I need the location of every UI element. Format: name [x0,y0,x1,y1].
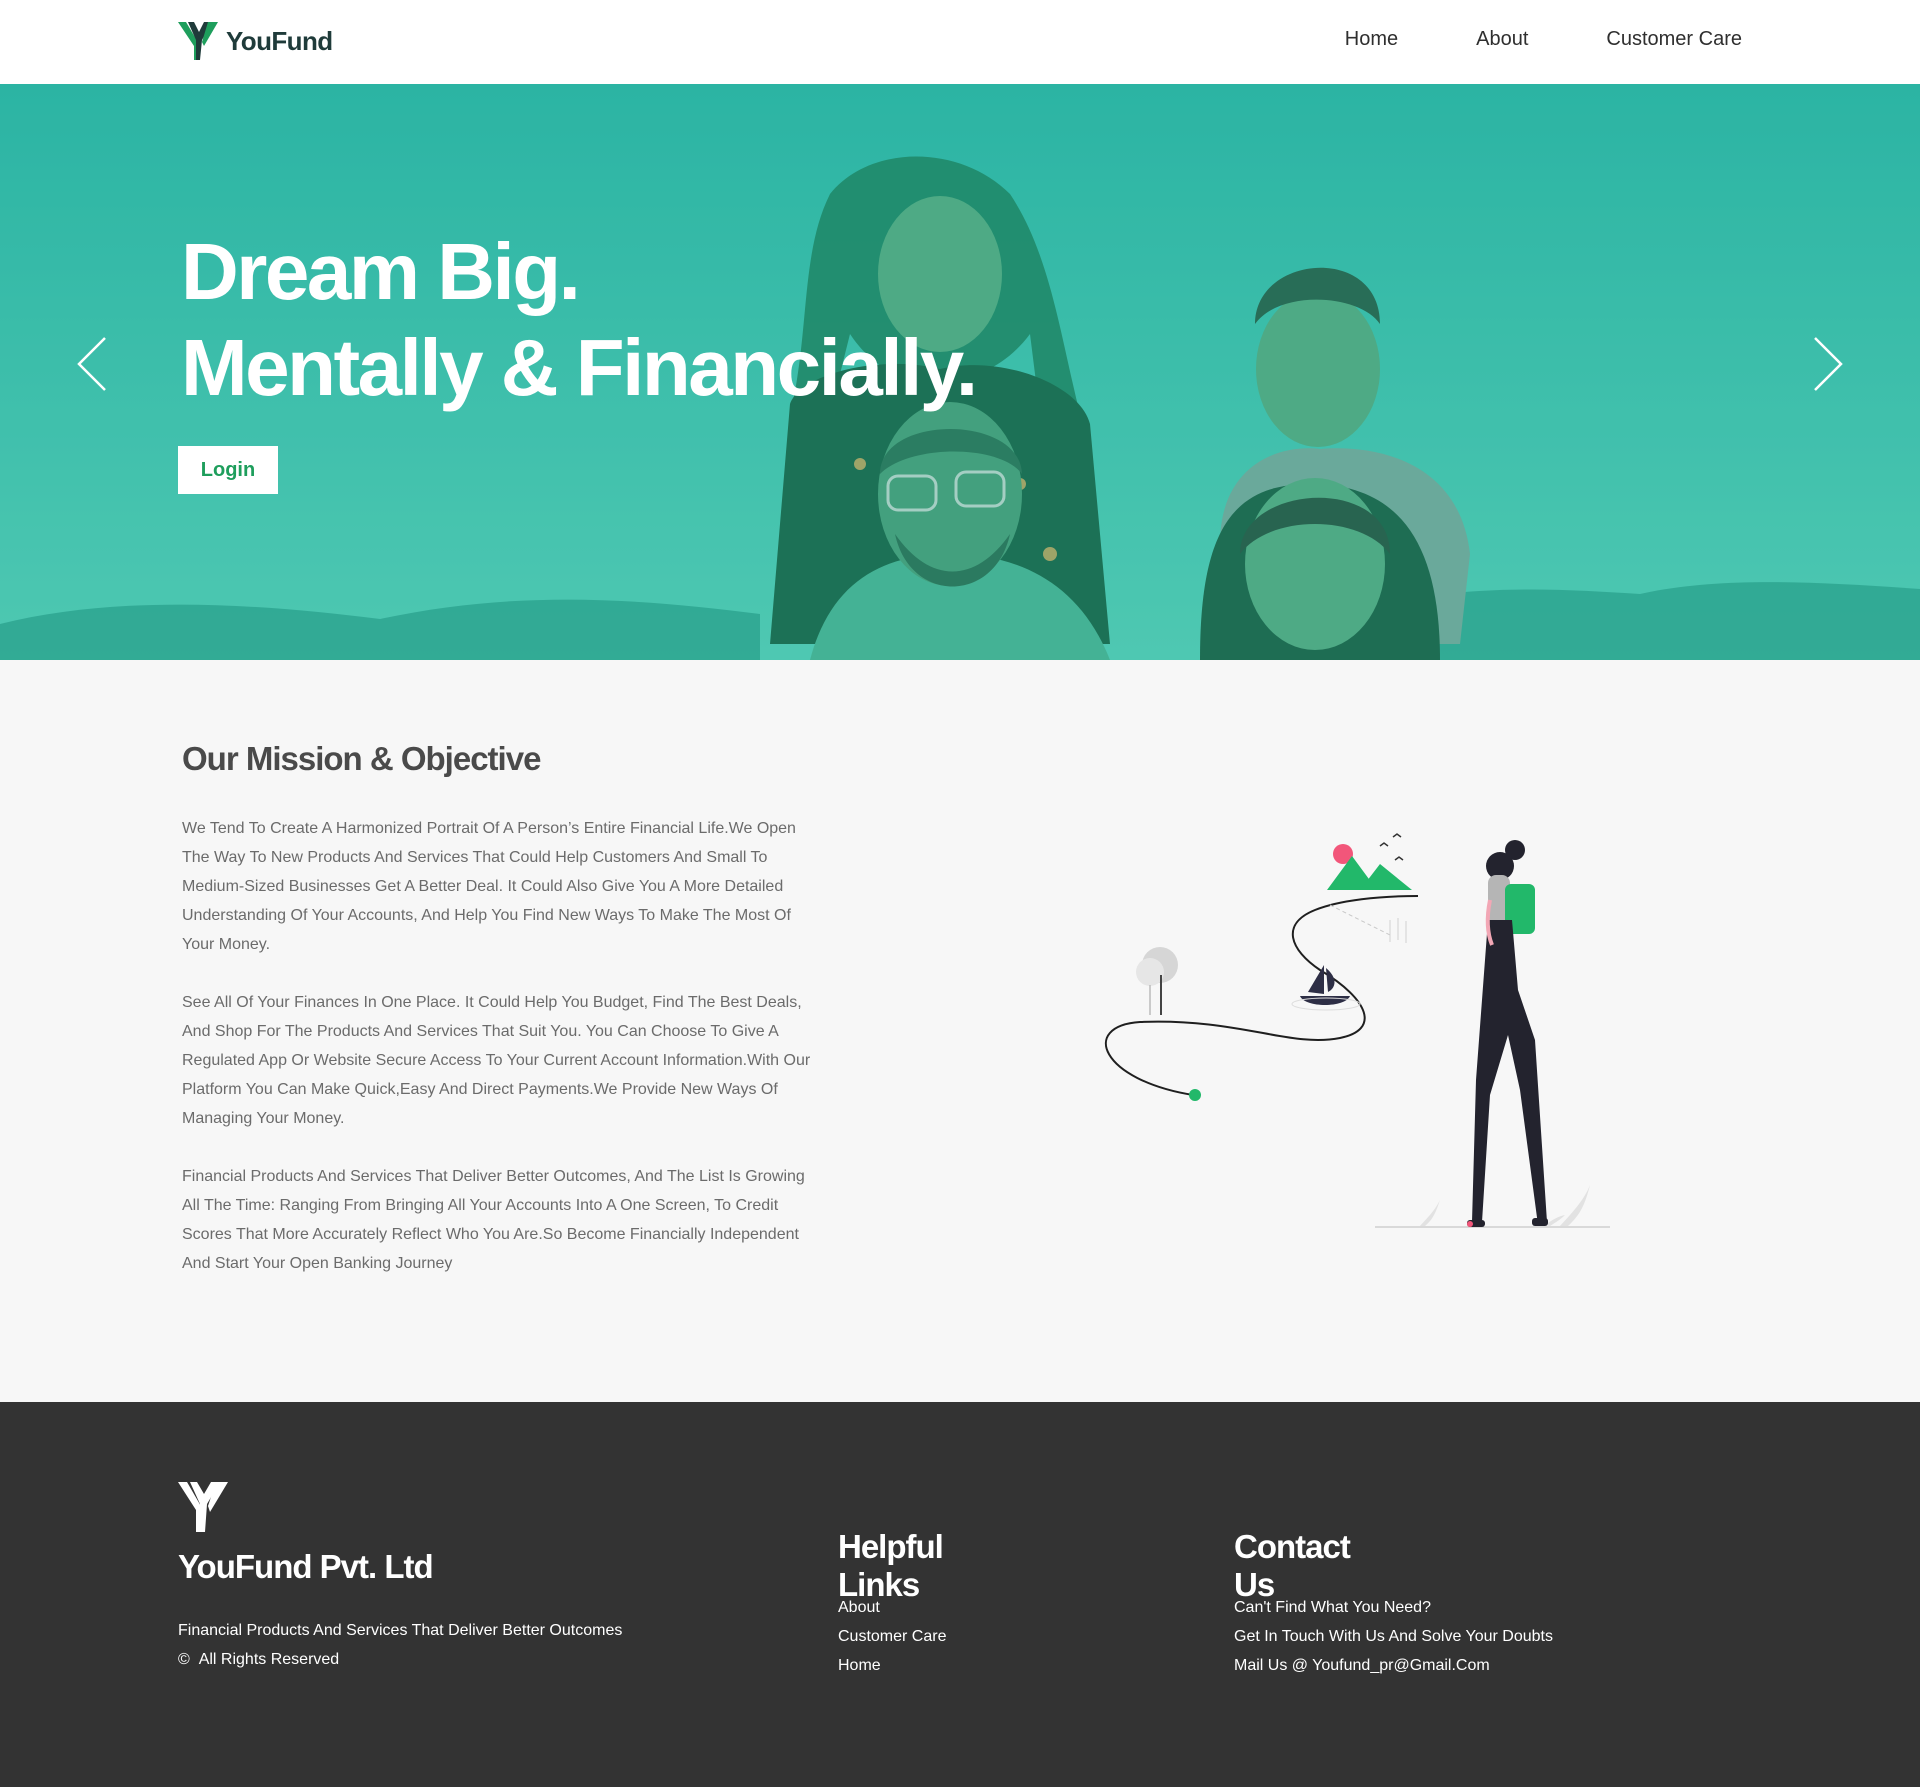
login-button[interactable]: Login [178,446,278,494]
chevron-right-icon [1814,337,1843,391]
footer-link-item: Customer Care [838,1622,946,1651]
mission-paragraph-2: See All Of Your Finances In One Place. I… [182,994,811,1127]
footer-link-customer-care[interactable]: Customer Care [838,1628,946,1645]
mission-paragraph-1: We Tend To Create A Harmonized Portrait … [182,820,796,953]
site-header: YouFund Home About Customer Care [0,0,1920,84]
carousel-next-button[interactable] [1805,334,1845,394]
mission-text: We Tend To Create A Harmonized Portrait … [182,814,822,1307]
nav-about[interactable]: About [1476,28,1528,51]
brand-name: YouFund [226,25,333,56]
nav-home[interactable]: Home [1345,28,1398,51]
footer-link-item: About [838,1593,946,1622]
journey-illustration [1104,833,1610,1228]
youfund-logo-icon [178,22,218,60]
hero-title-line-1: Dream Big. [181,227,581,316]
copyright-icon: © [178,1651,190,1668]
footer-link-about[interactable]: About [838,1599,880,1616]
path-endpoint-dot [1189,1089,1201,1101]
footer-company-name: YouFund Pvt. Ltd [178,1548,434,1585]
mission-paragraph-3: Financial Products And Services That Del… [182,1168,805,1272]
carousel-prev-button[interactable] [75,334,115,394]
footer-tagline: Financial Products And Services That Del… [178,1622,623,1639]
site-footer: YouFund Pvt. Ltd Financial Products And … [0,1402,1920,1787]
hero-title: Dream Big. Mentally & Financially. [181,224,978,416]
contact-email[interactable]: Mail Us @ Youfund_pr@Gmail.Com [1234,1651,1553,1680]
helpful-links-list: About Customer Care Home [838,1593,946,1680]
brand-logo-link[interactable]: YouFund [178,20,333,62]
contact-line: Can't Find What You Need? [1234,1599,1431,1616]
contact-list: Can't Find What You Need? Get In Touch W… [1234,1593,1553,1680]
footer-link-item: Home [838,1651,946,1680]
footer-link-home[interactable]: Home [838,1657,881,1674]
footer-rights-text: All Rights Reserved [198,1651,340,1668]
hero-title-line-2: Mentally & Financially. [181,323,978,412]
chevron-left-icon [77,337,106,391]
contact-line: Get In Touch With Us And Solve Your Doub… [1234,1628,1553,1645]
mission-title: Our Mission & Objective [182,740,541,777]
nav-customer-care[interactable]: Customer Care [1606,28,1742,51]
hero-carousel: Dream Big. Mentally & Financially. Login [0,84,1920,660]
youfund-logo-icon-white [178,1482,228,1532]
footer-rights: © All Rights Reserved [178,1645,339,1674]
main-nav: Home About Customer Care [1345,28,1742,51]
